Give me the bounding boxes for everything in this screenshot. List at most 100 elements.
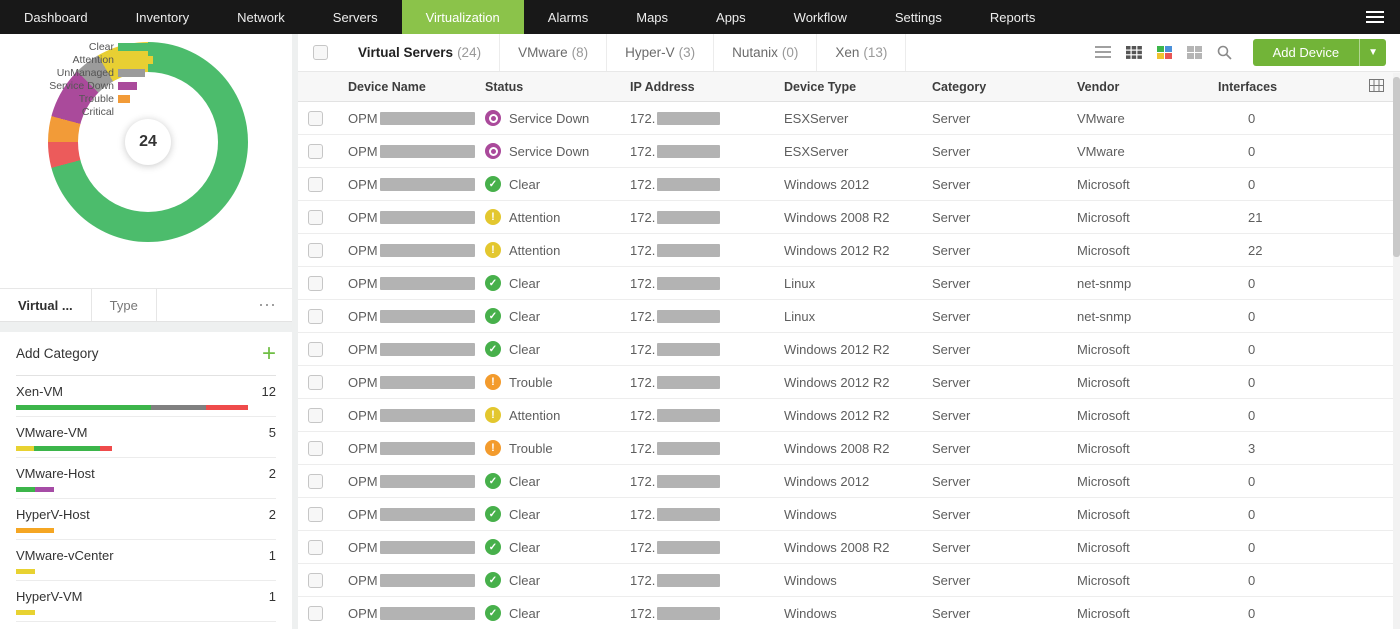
table-row[interactable]: OPM Clear 172. Windows 2012 Server Micro… (298, 168, 1400, 201)
category-view-icon[interactable] (1157, 46, 1172, 59)
table-view-icon[interactable] (1126, 46, 1142, 59)
status-icon (485, 143, 501, 159)
device-name-cell[interactable]: OPM (348, 111, 485, 126)
tab-type[interactable]: Type (92, 289, 157, 321)
device-name-cell[interactable]: OPM (348, 474, 485, 489)
row-checkbox[interactable] (308, 507, 323, 522)
column-header[interactable]: Device Name (348, 80, 485, 94)
add-device-dropdown-caret[interactable]: ▼ (1359, 39, 1386, 66)
device-name-cell[interactable]: OPM (348, 375, 485, 390)
table-row[interactable]: OPM Attention 172. Windows 2008 R2 Serve… (298, 201, 1400, 234)
widget-view-icon[interactable] (1187, 46, 1202, 59)
device-tab-bar: Virtual Servers (24) VMware (8) Hyper-V … (298, 34, 1400, 72)
nav-item[interactable]: Servers (309, 0, 402, 34)
table-row[interactable]: OPM Clear 172. Linux Server net-snmp 0 (298, 267, 1400, 300)
table-row[interactable]: OPM Service Down 172. ESXServer Server V… (298, 135, 1400, 168)
nav-item[interactable]: Workflow (770, 0, 871, 34)
scrollbar-thumb[interactable] (1393, 77, 1400, 257)
add-category-button[interactable]: Add Category + (16, 332, 276, 376)
row-checkbox[interactable] (308, 276, 323, 291)
nav-item[interactable]: Settings (871, 0, 966, 34)
category-row[interactable]: HyperV-Host 2 (16, 499, 276, 540)
device-type-cell: Windows 2012 R2 (784, 342, 932, 357)
column-chooser-icon[interactable] (1369, 79, 1384, 95)
device-name-cell[interactable]: OPM (348, 342, 485, 357)
column-header[interactable]: Device Type (784, 80, 932, 94)
row-checkbox[interactable] (308, 375, 323, 390)
nav-item[interactable]: Reports (966, 0, 1060, 34)
table-row[interactable]: OPM Clear 172. Linux Server net-snmp 0 (298, 300, 1400, 333)
table-row[interactable]: OPM Trouble 172. Windows 2008 R2 Server … (298, 432, 1400, 465)
table-row[interactable]: OPM Clear 172. Windows 2012 R2 Server Mi… (298, 333, 1400, 366)
category-row[interactable]: Xen-Host 1 (16, 622, 276, 629)
row-checkbox[interactable] (308, 606, 323, 621)
search-icon[interactable] (1217, 45, 1232, 60)
category-row[interactable]: Xen-VM 12 (16, 376, 276, 417)
row-checkbox[interactable] (308, 342, 323, 357)
nav-item[interactable]: Network (213, 0, 309, 34)
nav-item[interactable]: Dashboard (0, 0, 112, 34)
device-name-cell[interactable]: OPM (348, 276, 485, 291)
device-name-cell[interactable]: OPM (348, 540, 485, 555)
table-row[interactable]: OPM Service Down 172. ESXServer Server V… (298, 102, 1400, 135)
row-checkbox[interactable] (308, 177, 323, 192)
status-label: Clear (509, 309, 540, 324)
column-header[interactable]: IP Address (630, 80, 784, 94)
table-row[interactable]: OPM Clear 172. Windows 2012 Server Micro… (298, 465, 1400, 498)
nav-item[interactable]: Inventory (112, 0, 213, 34)
device-group-tab[interactable]: Virtual Servers (24) (340, 34, 500, 71)
nav-item[interactable]: Virtualization (402, 0, 524, 34)
row-checkbox[interactable] (308, 309, 323, 324)
device-group-tab[interactable]: Xen (13) (817, 34, 906, 71)
nav-item[interactable]: Alarms (524, 0, 612, 34)
device-name-cell[interactable]: OPM (348, 177, 485, 192)
column-header[interactable]: Vendor (1077, 80, 1218, 94)
device-name-cell[interactable]: OPM (348, 309, 485, 324)
device-type-cell: Windows 2012 R2 (784, 408, 932, 423)
device-name-cell[interactable]: OPM (348, 507, 485, 522)
category-row[interactable]: HyperV-VM 1 (16, 581, 276, 622)
device-name-cell[interactable]: OPM (348, 606, 485, 621)
nav-item[interactable]: Maps (612, 0, 692, 34)
row-checkbox[interactable] (308, 111, 323, 126)
row-checkbox[interactable] (308, 243, 323, 258)
table-row[interactable]: OPM Clear 172. Windows Server Microsoft … (298, 498, 1400, 531)
table-row[interactable]: OPM Attention 172. Windows 2012 R2 Serve… (298, 399, 1400, 432)
device-name-cell[interactable]: OPM (348, 210, 485, 225)
row-checkbox[interactable] (308, 210, 323, 225)
device-name-cell[interactable]: OPM (348, 441, 485, 456)
device-name-cell[interactable]: OPM (348, 243, 485, 258)
column-header[interactable]: Category (932, 80, 1077, 94)
table-row[interactable]: OPM Trouble 172. Windows 2012 R2 Server … (298, 366, 1400, 399)
device-name-cell[interactable]: OPM (348, 573, 485, 588)
category-row[interactable]: VMware-Host 2 (16, 458, 276, 499)
category-bar-segment (16, 446, 34, 451)
device-name-cell[interactable]: OPM (348, 144, 485, 159)
category-row[interactable]: VMware-VM 5 (16, 417, 276, 458)
row-checkbox[interactable] (308, 408, 323, 423)
table-row[interactable]: OPM Clear 172. Windows Server Microsoft … (298, 564, 1400, 597)
more-options-icon[interactable]: ⋯ (244, 289, 292, 321)
device-category-cell: Server (932, 441, 1077, 456)
device-group-tab[interactable]: Nutanix (0) (714, 34, 817, 71)
row-checkbox[interactable] (308, 573, 323, 588)
row-checkbox[interactable] (308, 540, 323, 555)
table-row[interactable]: OPM Clear 172. Windows 2008 R2 Server Mi… (298, 531, 1400, 564)
tab-virtual-servers[interactable]: Virtual ... (0, 289, 92, 321)
column-header[interactable]: Status (485, 80, 630, 94)
select-all-checkbox[interactable] (313, 45, 328, 60)
device-group-tab[interactable]: Hyper-V (3) (607, 34, 714, 71)
row-checkbox[interactable] (308, 441, 323, 456)
table-row[interactable]: OPM Clear 172. Windows Server Microsoft … (298, 597, 1400, 629)
add-device-button[interactable]: Add Device (1253, 39, 1359, 66)
list-view-icon[interactable] (1095, 46, 1111, 59)
hamburger-menu-icon[interactable] (1350, 0, 1400, 34)
device-name-cell[interactable]: OPM (348, 408, 485, 423)
row-checkbox[interactable] (308, 144, 323, 159)
nav-item-label: Workflow (794, 10, 847, 25)
table-row[interactable]: OPM Attention 172. Windows 2012 R2 Serve… (298, 234, 1400, 267)
device-group-tab[interactable]: VMware (8) (500, 34, 607, 71)
nav-item[interactable]: Apps (692, 0, 770, 34)
category-row[interactable]: VMware-vCenter 1 (16, 540, 276, 581)
row-checkbox[interactable] (308, 474, 323, 489)
